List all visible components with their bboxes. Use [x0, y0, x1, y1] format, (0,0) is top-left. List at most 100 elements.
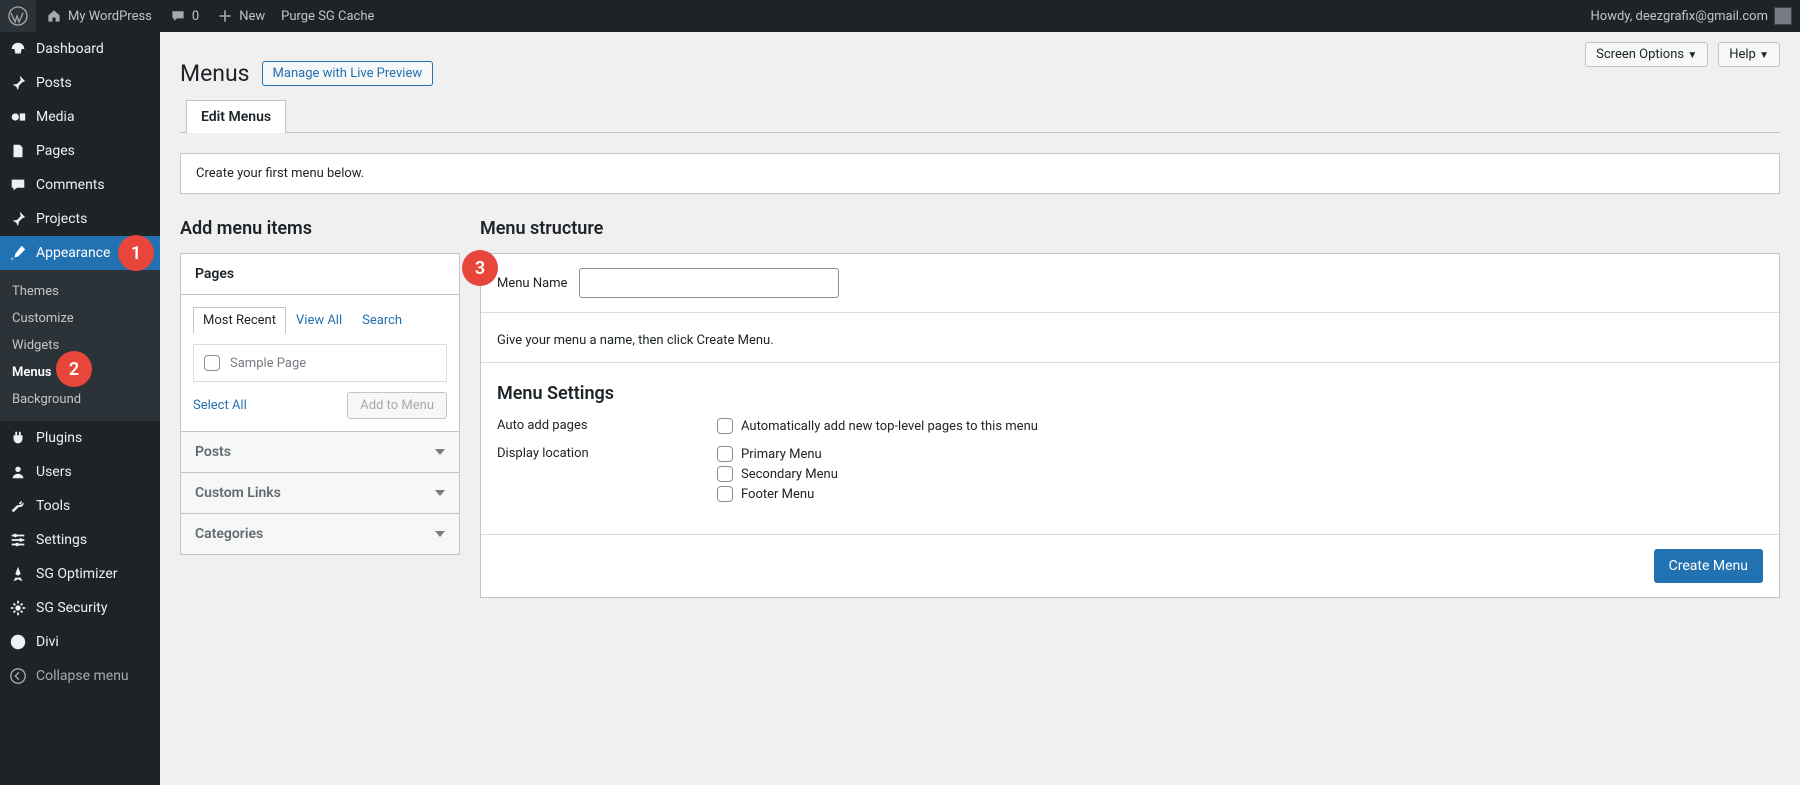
menu-name-label: Menu Name	[497, 276, 567, 291]
avatar-icon	[1774, 7, 1792, 25]
site-link[interactable]: My WordPress	[36, 0, 160, 32]
acc-pages-label: Pages	[195, 266, 234, 282]
nav-comments[interactable]: Comments	[0, 168, 160, 202]
wp-logo[interactable]	[0, 0, 36, 32]
nav-users[interactable]: Users	[0, 455, 160, 489]
create-menu-button[interactable]: Create Menu	[1654, 549, 1763, 583]
chevron-down-icon	[435, 490, 445, 496]
loc-primary[interactable]: Primary Menu	[717, 446, 838, 462]
nav-tools[interactable]: Tools	[0, 489, 160, 523]
accordion-custom-links-head[interactable]: Custom Links	[181, 472, 459, 513]
auto-add-label: Auto add pages	[497, 418, 697, 438]
auto-add-row: Auto add pages Automatically add new top…	[497, 418, 1763, 438]
nav-media[interactable]: Media	[0, 100, 160, 134]
help-toggle[interactable]: Help ▼	[1718, 42, 1780, 67]
plus-icon	[215, 6, 235, 26]
sub-background[interactable]: Background	[0, 386, 160, 413]
loc-primary-checkbox[interactable]	[717, 446, 733, 462]
live-preview-button[interactable]: Manage with Live Preview	[262, 61, 434, 86]
auto-add-checkbox[interactable]	[717, 418, 733, 434]
new-link[interactable]: New	[207, 0, 273, 32]
accordion-pages-body: Most Recent View All Search Sample Page …	[181, 294, 459, 431]
purge-label: Purge SG Cache	[281, 9, 374, 24]
nav-label: Comments	[36, 177, 105, 193]
tab-view-all[interactable]: View All	[286, 307, 352, 334]
page-title: Menus	[180, 60, 250, 87]
accordion-pages-head[interactable]: Pages	[181, 254, 459, 294]
media-icon	[8, 107, 28, 127]
comment-count: 0	[192, 9, 199, 24]
nav-appearance[interactable]: Appearance 1	[0, 236, 160, 270]
frame-footer: Create Menu	[481, 534, 1779, 597]
nav-label: Plugins	[36, 430, 82, 446]
add-items-heading: Add menu items	[180, 218, 460, 239]
nav-sg-optimizer[interactable]: SG Optimizer	[0, 557, 160, 591]
comments-icon	[8, 175, 28, 195]
loc-primary-text: Primary Menu	[741, 447, 822, 462]
loc-secondary-checkbox[interactable]	[717, 466, 733, 482]
accordion: Pages Most Recent View All Search Sample…	[180, 253, 460, 555]
loc-secondary[interactable]: Secondary Menu	[717, 466, 838, 482]
pin-icon	[8, 209, 28, 229]
annotation-bubble-2: 2	[56, 351, 92, 387]
loc-footer-checkbox[interactable]	[717, 486, 733, 502]
nav-label: SG Optimizer	[36, 566, 117, 582]
nav-plugins[interactable]: Plugins	[0, 421, 160, 455]
home-icon	[44, 6, 64, 26]
sub-customize[interactable]: Customize	[0, 305, 160, 332]
acc-posts-label: Posts	[195, 444, 231, 460]
sliders-icon	[8, 530, 28, 550]
page-item-row: Sample Page	[193, 344, 447, 382]
nav-label: Media	[36, 109, 75, 125]
comments-link[interactable]: 0	[160, 0, 207, 32]
page-item-checkbox[interactable]	[204, 355, 220, 371]
page-item-label: Sample Page	[230, 356, 306, 371]
nav-posts[interactable]: Posts	[0, 66, 160, 100]
nav-label: Tools	[36, 498, 70, 514]
nav-settings[interactable]: Settings	[0, 523, 160, 557]
chevron-down-icon: ▼	[1759, 50, 1769, 61]
purge-link[interactable]: Purge SG Cache	[273, 0, 382, 32]
brush-icon	[8, 243, 28, 263]
page-icon	[8, 141, 28, 161]
select-all-link[interactable]: Select All	[193, 398, 247, 413]
screen-options-toggle[interactable]: Screen Options ▼	[1585, 42, 1708, 67]
admin-bar: My WordPress 0 New Purge SG Cache Howdy,…	[0, 0, 1800, 32]
nav-label: Dashboard	[36, 41, 104, 57]
comment-icon	[168, 6, 188, 26]
nav-pages[interactable]: Pages	[0, 134, 160, 168]
nav-divi[interactable]: Divi	[0, 625, 160, 659]
wordpress-icon	[8, 6, 28, 26]
auto-add-option[interactable]: Automatically add new top-level pages to…	[717, 418, 1038, 434]
tab-most-recent[interactable]: Most Recent	[193, 307, 286, 334]
nav-projects[interactable]: Projects	[0, 202, 160, 236]
pages-tabs: Most Recent View All Search	[193, 307, 447, 334]
display-location-label: Display location	[497, 446, 697, 506]
accordion-categories-head[interactable]: Categories	[181, 513, 459, 554]
new-label: New	[239, 9, 265, 24]
account-link[interactable]: Howdy, deezgrafix@gmail.com	[1583, 0, 1800, 32]
nav-sg-security[interactable]: SG Security	[0, 591, 160, 625]
rocket-icon	[8, 564, 28, 584]
collapse-menu[interactable]: Collapse menu	[0, 659, 160, 693]
loc-secondary-text: Secondary Menu	[741, 467, 838, 482]
first-menu-notice: Create your first menu below.	[180, 153, 1780, 194]
display-location-row: Display location Primary Menu Secondary …	[497, 446, 1763, 506]
user-icon	[8, 462, 28, 482]
accordion-posts-head[interactable]: Posts	[181, 431, 459, 472]
tab-edit-menus[interactable]: Edit Menus	[186, 100, 286, 133]
sub-menus[interactable]: Menus 2	[0, 359, 160, 386]
annotation-bubble-3: 3	[462, 250, 498, 286]
tab-search[interactable]: Search	[352, 307, 412, 334]
collapse-icon	[8, 666, 28, 686]
menu-name-input[interactable]	[579, 268, 839, 298]
content-area: Screen Options ▼ Help ▼ Menus Manage wit…	[160, 0, 1800, 638]
sub-themes[interactable]: Themes	[0, 278, 160, 305]
nav-dashboard[interactable]: Dashboard	[0, 32, 160, 66]
wrench-icon	[8, 496, 28, 516]
howdy-text: Howdy, deezgrafix@gmail.com	[1591, 9, 1769, 24]
annotation-bubble-1: 1	[118, 235, 154, 271]
loc-footer[interactable]: Footer Menu	[717, 486, 838, 502]
nav-label: Projects	[36, 211, 87, 227]
add-to-menu-button[interactable]: Add to Menu	[347, 392, 447, 419]
